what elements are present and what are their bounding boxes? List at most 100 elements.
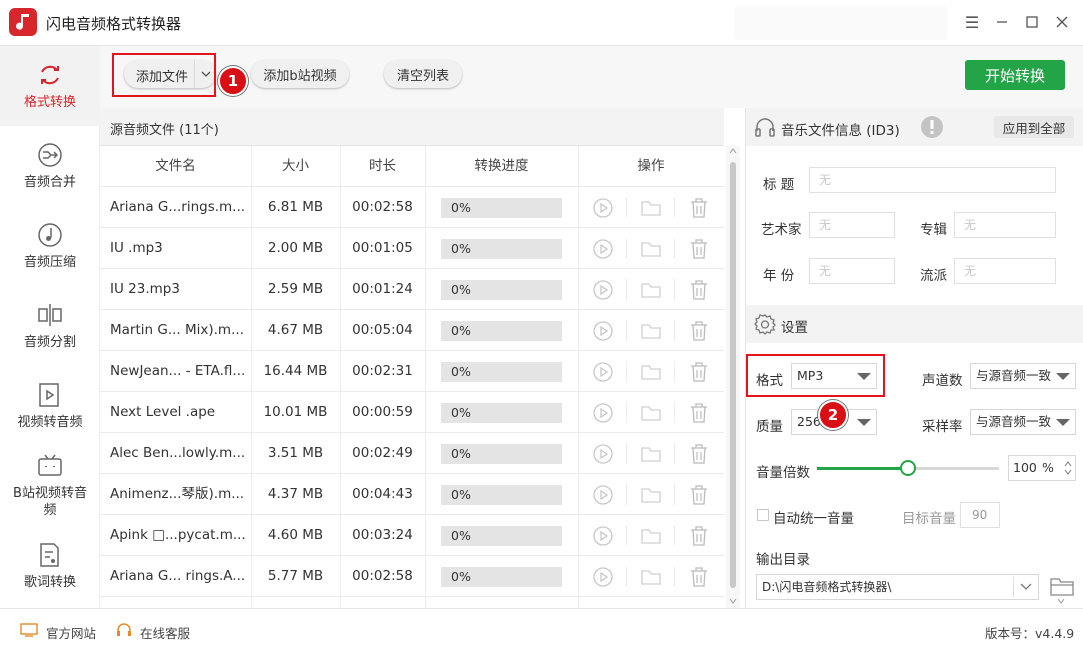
volume-input[interactable]: 100 % <box>1008 455 1076 481</box>
app-window: 闪电音频格式转换器 ☰ 格式转换 音频合并 音频压缩 音频分割 视频转音频 B站… <box>0 0 1083 648</box>
table-row[interactable]: NewJean... - ETA.fl... 16.44 MB 00:02:31 0% <box>100 351 724 392</box>
online-support-link[interactable]: 在线客服 <box>140 623 190 642</box>
table-row[interactable]: Next Level .ape 10.01 MB 00:00:59 0% <box>100 392 724 433</box>
scrollbar-thumb[interactable] <box>730 162 736 588</box>
folder-icon[interactable] <box>640 525 662 547</box>
delete-icon[interactable] <box>688 238 710 260</box>
auto-volume-checkbox[interactable] <box>757 509 769 521</box>
progress-bar: 0% <box>441 280 562 300</box>
progress-bar: 0% <box>441 567 562 587</box>
folder-icon[interactable] <box>640 320 662 342</box>
spinner-icon[interactable] <box>1064 460 1072 476</box>
table-row[interactable]: IU 23.mp3 2.59 MB 00:01:24 0% <box>100 269 724 310</box>
apply-all-button[interactable]: 应用到全部 <box>994 116 1074 138</box>
sidebar-item-bilibili-to-audio[interactable]: B站视频转音频 <box>0 446 100 526</box>
play-icon[interactable] <box>592 279 614 301</box>
toolbar: 添加文件 1 添加b站视频 清空列表 开始转换 <box>100 46 1083 108</box>
genre-field[interactable]: 无 <box>954 258 1056 284</box>
title-label: 标 题 <box>763 177 795 193</box>
menu-icon[interactable]: ☰ <box>960 10 984 34</box>
sidebar-item-audio-split[interactable]: 音频分割 <box>0 286 100 366</box>
table-row[interactable]: Alec Ben...lowly.m... 3.51 MB 00:02:49 0% <box>100 433 724 474</box>
progress-text: 0% <box>451 364 471 379</box>
lyrics-icon <box>40 542 59 567</box>
play-icon[interactable] <box>592 402 614 424</box>
table-row[interactable]: Ariana G... rings.A... 5.77 MB 00:02:58 0% <box>100 556 724 597</box>
table-row[interactable]: IU .mp3 2.00 MB 00:01:05 0% <box>100 228 724 269</box>
play-icon[interactable] <box>592 320 614 342</box>
volume-label: 音量倍数 <box>756 465 810 481</box>
play-icon[interactable] <box>592 238 614 260</box>
table-row[interactable]: Ariana G...rings.m... 6.81 MB 00:02:58 0% <box>100 187 724 228</box>
refresh-icon <box>41 65 59 84</box>
chevron-down-icon <box>1056 373 1070 380</box>
delete-icon[interactable] <box>688 320 710 342</box>
play-icon[interactable] <box>592 443 614 465</box>
album-field[interactable]: 无 <box>954 212 1056 238</box>
file-list-scrollbar[interactable] <box>726 146 740 608</box>
play-icon[interactable] <box>592 484 614 506</box>
start-convert-button[interactable]: 开始转换 <box>965 60 1065 90</box>
minimize-icon[interactable] <box>990 10 1014 34</box>
channels-select[interactable]: 与源音频一致 <box>970 363 1076 389</box>
delete-icon[interactable] <box>688 197 710 219</box>
file-name: Ariana G...rings.m... <box>110 199 246 215</box>
maximize-icon[interactable] <box>1020 10 1044 34</box>
info-icon[interactable] <box>920 115 944 139</box>
folder-icon[interactable] <box>640 197 662 219</box>
clear-list-button[interactable]: 清空列表 <box>384 60 462 88</box>
play-icon[interactable] <box>592 197 614 219</box>
folder-icon[interactable] <box>640 443 662 465</box>
play-icon[interactable] <box>592 525 614 547</box>
play-icon[interactable] <box>592 566 614 588</box>
folder-icon[interactable] <box>640 402 662 424</box>
folder-icon[interactable] <box>640 484 662 506</box>
delete-icon[interactable] <box>688 402 710 424</box>
table-row[interactable]: Apink □...pycat.m... 4.60 MB 00:03:24 0% <box>100 515 724 556</box>
sidebar-item-format-convert[interactable]: 格式转换 <box>0 46 100 126</box>
close-icon[interactable] <box>1050 10 1074 34</box>
year-field[interactable]: 无 <box>809 258 895 284</box>
play-icon[interactable] <box>592 361 614 383</box>
folder-icon[interactable] <box>640 361 662 383</box>
progress-bar: 0% <box>441 444 562 464</box>
artist-label: 艺术家 <box>761 222 802 238</box>
table-row[interactable]: Martin G... Mix).m... 4.67 MB 00:05:04 0% <box>100 310 724 351</box>
delete-icon[interactable] <box>688 443 710 465</box>
folder-icon[interactable] <box>640 279 662 301</box>
table-row[interactable] <box>100 597 724 608</box>
add-bilibili-video-button[interactable]: 添加b站视频 <box>251 60 349 88</box>
folder-icon[interactable] <box>640 238 662 260</box>
delete-icon[interactable] <box>688 484 710 506</box>
folder-icon[interactable] <box>1049 575 1075 597</box>
auto-volume-label: 自动统一音量 <box>773 511 854 527</box>
file-size: 5.77 MB <box>267 568 324 584</box>
official-website-link[interactable]: 官方网站 <box>46 623 96 642</box>
volume-slider-track[interactable] <box>817 460 999 476</box>
delete-icon[interactable] <box>688 279 710 301</box>
volume-slider-handle[interactable] <box>900 460 916 476</box>
target-volume-input[interactable]: 90 <box>960 502 1000 528</box>
delete-icon[interactable] <box>688 566 710 588</box>
sidebar-item-video-to-audio[interactable]: 视频转音频 <box>0 366 100 446</box>
output-dir-select[interactable]: D:\闪电音频格式转换器\ <box>756 574 1039 600</box>
sidebar-item-audio-compress[interactable]: 音频压缩 <box>0 206 100 286</box>
title-field[interactable]: 无 <box>809 167 1056 193</box>
file-duration: 00:05:04 <box>352 322 413 338</box>
title-blank-area <box>734 6 948 40</box>
right-panel: 音乐文件信息 (ID3) 应用到全部 标 题 无 艺术家 无 专辑 无 年 份 … <box>745 108 1083 608</box>
scroll-down-icon[interactable] <box>1046 597 1076 607</box>
settings-section-header: 设置 <box>746 305 1083 343</box>
table-row[interactable]: Animenz...琴版).m... 4.37 MB 00:04:43 0% <box>100 474 724 515</box>
file-size: 16.44 MB <box>263 363 328 379</box>
sidebar-item-audio-merge[interactable]: 音频合并 <box>0 126 100 206</box>
delete-icon[interactable] <box>688 361 710 383</box>
sidebar-item-lyrics-convert[interactable]: 歌词转换 <box>0 526 100 606</box>
app-title: 闪电音频格式转换器 <box>46 15 182 33</box>
chevron-down-icon <box>857 419 871 426</box>
artist-field[interactable]: 无 <box>809 212 895 238</box>
delete-icon[interactable] <box>688 525 710 547</box>
folder-icon[interactable] <box>640 566 662 588</box>
sample-rate-select[interactable]: 与源音频一致 <box>970 409 1076 435</box>
sample-rate-label: 采样率 <box>922 419 963 435</box>
